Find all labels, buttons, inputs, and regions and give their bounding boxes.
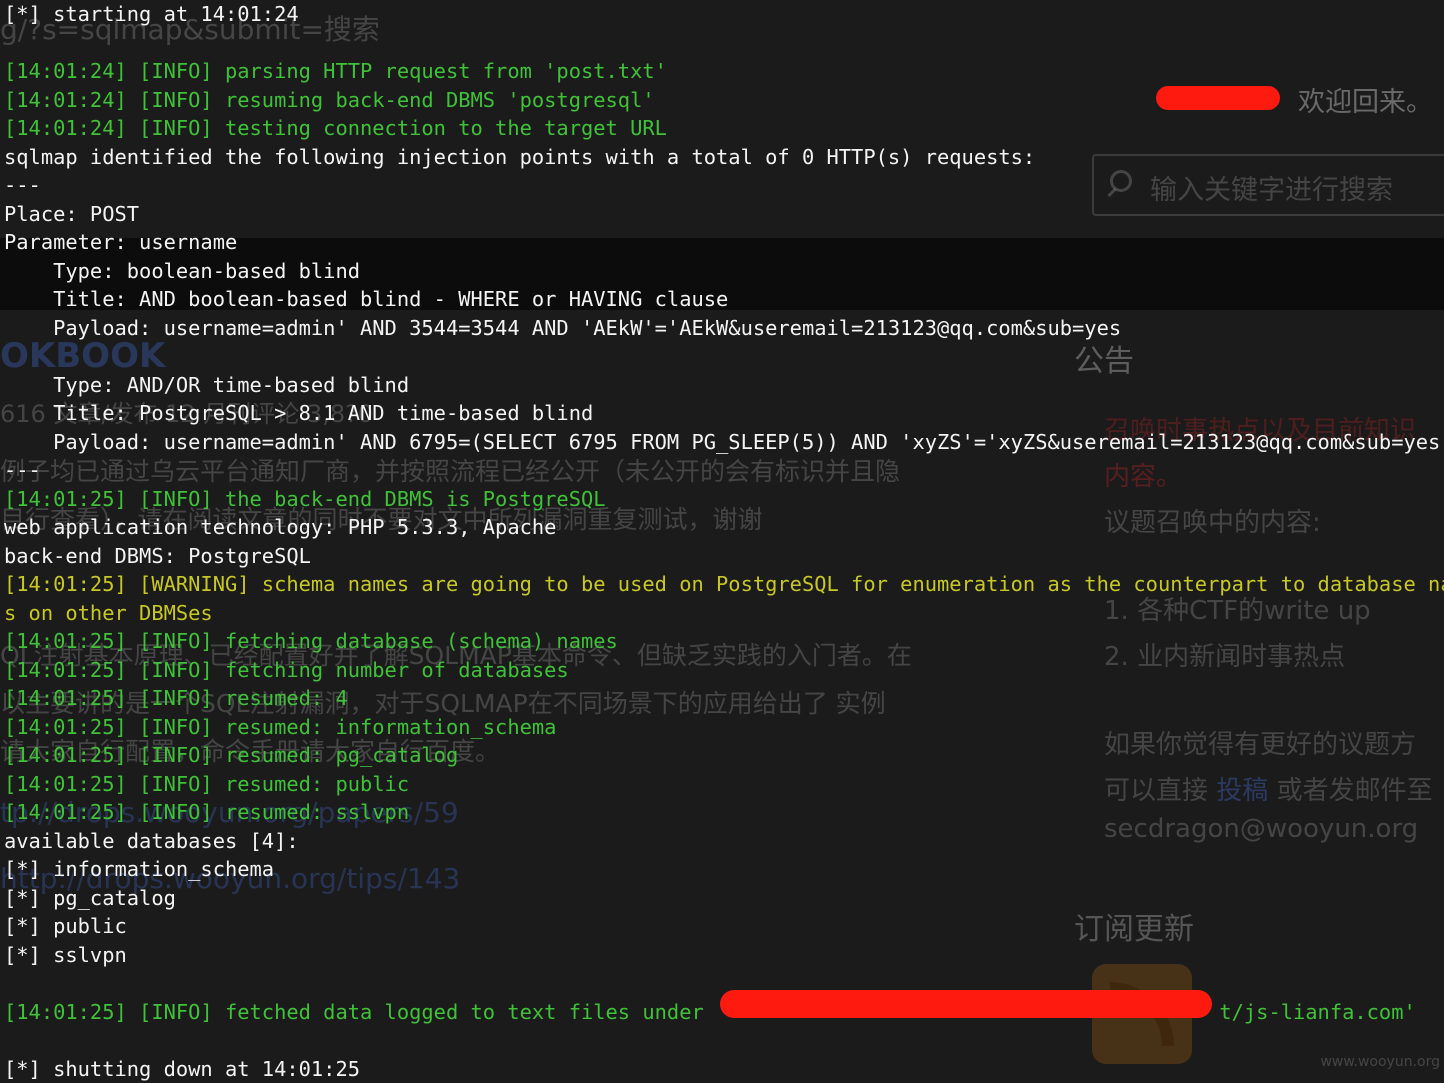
terminal-line: [*] shutting down at 14:01:25 [4, 1055, 1444, 1083]
terminal-line: --- [4, 171, 1444, 200]
terminal-line: sqlmap identified the following injectio… [4, 143, 1444, 172]
terminal-output: [*] starting at 14:01:24 [14:01:24] [INFO… [4, 0, 1444, 1083]
terminal-line: Title: PostgreSQL > 8.1 AND time-based b… [4, 399, 1444, 428]
redaction-path [720, 990, 1212, 1018]
terminal-line: --- [4, 456, 1444, 485]
terminal-line: [14:01:25] [INFO] resumed: public [4, 770, 1444, 799]
terminal-line: Title: AND boolean-based blind - WHERE o… [4, 285, 1444, 314]
terminal-line [4, 29, 1444, 58]
terminal-line: [*] starting at 14:01:24 [4, 0, 1444, 29]
terminal-line: Payload: username=admin' AND 6795=(SELEC… [4, 428, 1444, 457]
terminal-line: [14:01:25] [INFO] fetching number of dat… [4, 656, 1444, 685]
terminal-line: back-end DBMS: PostgreSQL [4, 542, 1444, 571]
terminal-line: [*] public [4, 912, 1444, 941]
terminal-line: [14:01:25] [INFO] fetching database (sch… [4, 627, 1444, 656]
terminal-line: [14:01:24] [INFO] testing connection to … [4, 114, 1444, 143]
redaction-username [1156, 86, 1280, 110]
terminal-line: [*] information_schema [4, 855, 1444, 884]
terminal-line [4, 342, 1444, 371]
terminal-line: [14:01:24] [INFO] parsing HTTP request f… [4, 57, 1444, 86]
terminal-line [4, 1026, 1444, 1055]
terminal-line: s on other DBMSes [4, 599, 1444, 628]
terminal-line: available databases [4]: [4, 827, 1444, 856]
terminal-line: [14:01:25] [INFO] the back-end DBMS is P… [4, 485, 1444, 514]
terminal-line: [*] sslvpn [4, 941, 1444, 970]
terminal-line: Type: boolean-based blind [4, 257, 1444, 286]
terminal-line: [14:01:25] [INFO] resumed: information_s… [4, 713, 1444, 742]
terminal-line: Place: POST [4, 200, 1444, 229]
terminal-line: Parameter: username [4, 228, 1444, 257]
terminal-line: Type: AND/OR time-based blind [4, 371, 1444, 400]
terminal-line: [14:01:25] [INFO] resumed: 4 [4, 684, 1444, 713]
terminal-line: [14:01:25] [INFO] resumed: sslvpn [4, 798, 1444, 827]
terminal-line: [14:01:25] [WARNING] schema names are go… [4, 570, 1444, 599]
terminal-line: web application technology: PHP 5.3.3, A… [4, 513, 1444, 542]
terminal-line: Payload: username=admin' AND 3544=3544 A… [4, 314, 1444, 343]
terminal-line: [*] pg_catalog [4, 884, 1444, 913]
terminal-line: [14:01:25] [INFO] resumed: pg_catalog [4, 741, 1444, 770]
